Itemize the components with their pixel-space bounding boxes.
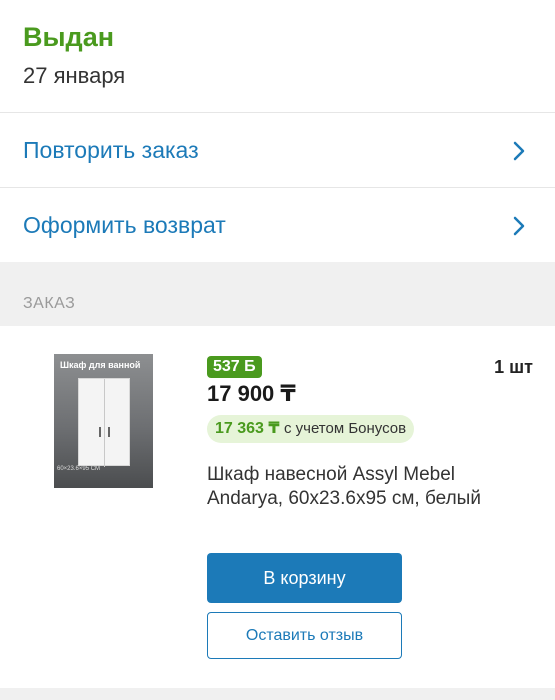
order-section-header: ЗАКАЗ (0, 262, 555, 326)
leave-review-button[interactable]: Оставить отзыв (207, 612, 402, 659)
order-status-title: Выдан (23, 22, 115, 52)
chevron-right-icon (513, 216, 525, 236)
bonus-note: с учетом Бонусов (283, 420, 407, 437)
order-section-label: ЗАКАЗ (23, 295, 76, 312)
repeat-order-label: Повторить заказ (23, 137, 199, 163)
product-image-dimensions: 60×23.6×95 CM (57, 466, 101, 472)
bonus-price: 17 363 ₸ (215, 420, 280, 437)
cabinet-illustration (78, 378, 130, 467)
return-order-button[interactable]: Оформить возврат (0, 188, 555, 262)
product-quantity: 1 шт (494, 357, 533, 377)
add-to-cart-button[interactable]: В корзину (207, 553, 402, 603)
product-price: 17 900 ₸ (207, 381, 296, 406)
return-order-label: Оформить возврат (23, 212, 226, 238)
order-status-date: 27 января (23, 63, 126, 88)
order-status-block: Выдан 27 января (0, 0, 555, 112)
product-image-caption: Шкаф для ванной (60, 360, 141, 370)
bonus-price-pill: 17 363 ₸ с учетом Бонусов (207, 415, 415, 443)
product-name-link[interactable]: Шкаф навесной Assyl Mebel Andarya, 60x23… (207, 463, 507, 511)
product-image[interactable]: Шкаф для ванной 60×23.6×95 CM (54, 354, 153, 488)
repeat-order-button[interactable]: Повторить заказ (0, 113, 555, 187)
bottom-band (0, 688, 555, 700)
bonus-badge: 537 Б (207, 356, 262, 378)
chevron-right-icon (513, 141, 525, 161)
